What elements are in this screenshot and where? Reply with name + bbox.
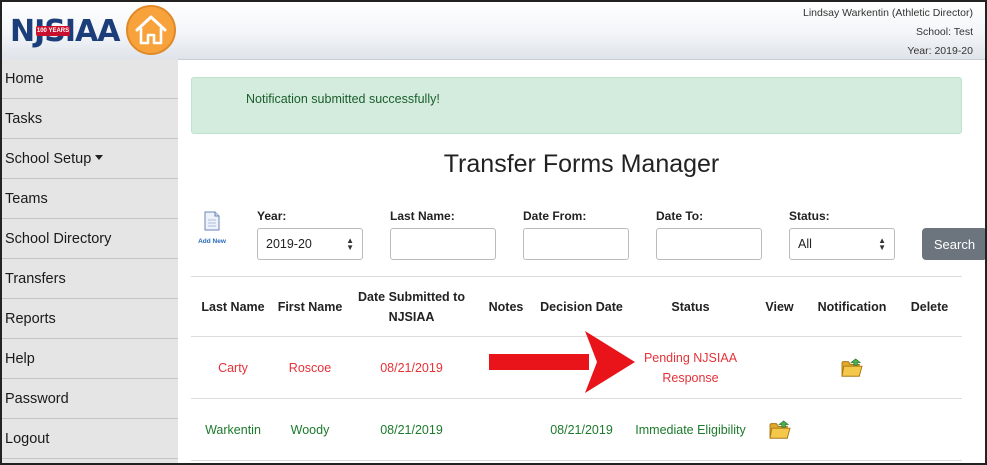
col-date-submitted[interactable]: Date Submitted to NJSIAA	[345, 277, 478, 336]
sidebar-item-tasks[interactable]: Tasks	[2, 99, 178, 139]
last-name-input[interactable]	[390, 228, 496, 260]
cell-delete	[897, 337, 962, 398]
new-document-icon	[204, 211, 220, 231]
cell-date-submitted: 08/21/2019	[380, 360, 443, 375]
logo-badge: 100 YEARS	[36, 26, 70, 36]
cell-first-name: Roscoe	[288, 360, 332, 375]
col-notification: Notification	[817, 299, 887, 314]
col-notes: Notes	[488, 299, 524, 314]
cell-first-name: Woody	[290, 422, 330, 437]
cell-last-name: Carty	[218, 360, 248, 375]
cell-date-submitted: 08/21/2019	[380, 422, 443, 437]
col-decision-date[interactable]: Decision Date	[534, 277, 629, 336]
last-name-label: Last Name:	[390, 209, 455, 223]
njsiaa-logo[interactable]: NJSIAA 100 YEARS	[10, 12, 122, 52]
user-name: Lindsay Warkentin (Athletic Director)	[803, 7, 973, 19]
last-name-field: Last Name:	[390, 209, 496, 260]
sidebar-item-home[interactable]: Home	[2, 59, 178, 99]
date-to-label: Date To:	[656, 209, 704, 223]
col-last-name[interactable]: Last Name	[191, 277, 275, 336]
status-field: Status: All ▲ ▼	[789, 209, 895, 260]
search-button[interactable]: Search	[922, 228, 985, 260]
app-window: NJSIAA 100 YEARS Lindsay Warkentin (Athl…	[0, 0, 987, 465]
date-to-input[interactable]	[656, 228, 762, 260]
cell-notification	[807, 337, 897, 398]
folder-icon[interactable]	[840, 357, 864, 378]
sidebar-item-reports[interactable]: Reports	[2, 299, 178, 339]
table-header: Last Name First Name Date Submitted to N…	[191, 276, 962, 337]
alert-message: Notification submitted successfully!	[246, 92, 440, 106]
red-arrow-annotation	[489, 331, 635, 393]
sidebar-item-transfers[interactable]: Transfers	[2, 259, 178, 299]
house-icon	[135, 15, 167, 45]
home-button[interactable]	[126, 5, 176, 55]
add-new-label: Add New	[198, 238, 226, 245]
status-select[interactable]: All ▲ ▼	[789, 228, 895, 260]
year-field: Year: 2019-20 ▲ ▼	[257, 209, 363, 260]
caret-down-icon	[95, 155, 104, 160]
sidebar-item-logout[interactable]: Logout	[2, 419, 178, 459]
success-alert: Notification submitted successfully!	[191, 77, 962, 134]
add-new-button[interactable]: Add New	[192, 211, 232, 245]
sidebar-item-school-setup[interactable]: School Setup	[2, 139, 178, 179]
main-content: Notification submitted successfully! Tra…	[178, 59, 985, 463]
page-title: Transfer Forms Manager	[443, 150, 720, 178]
date-to-field: Date To:	[656, 209, 762, 260]
cell-last-name: Warkentin	[205, 422, 261, 437]
user-school: School: Test	[915, 26, 973, 38]
cell-view	[752, 399, 807, 460]
status-select-value: All	[798, 237, 812, 251]
cell-decision-date: 08/21/2019	[550, 422, 613, 437]
table-row: Warkentin Woody 08/21/2019 08/21/2019 Im…	[191, 399, 962, 461]
date-from-field: Date From:	[523, 209, 629, 260]
col-first-name[interactable]: First Name	[275, 277, 345, 336]
col-view: View	[765, 299, 794, 314]
status-label: Status:	[789, 209, 830, 223]
select-arrows-icon: ▲ ▼	[878, 236, 886, 252]
date-from-label: Date From:	[523, 209, 587, 223]
col-status[interactable]: Status	[629, 277, 752, 336]
sidebar-item-teams[interactable]: Teams	[2, 179, 178, 219]
sidebar-item-school-directory[interactable]: School Directory	[2, 219, 178, 259]
sidebar: Home Tasks School Setup Teams School Dir…	[2, 59, 178, 463]
col-delete: Delete	[910, 299, 949, 314]
year-select-value: 2019-20	[266, 237, 312, 251]
select-arrows-icon: ▲ ▼	[346, 236, 354, 252]
year-label: Year:	[257, 209, 287, 223]
sidebar-item-password[interactable]: Password	[2, 379, 178, 419]
cell-status: Immediate Eligibility	[635, 422, 746, 437]
year-select[interactable]: 2019-20 ▲ ▼	[257, 228, 363, 260]
folder-icon[interactable]	[768, 419, 792, 440]
user-info: Lindsay Warkentin (Athletic Director) Sc…	[803, 4, 973, 61]
top-header: NJSIAA 100 YEARS Lindsay Warkentin (Athl…	[2, 2, 985, 60]
sidebar-item-help[interactable]: Help	[2, 339, 178, 379]
date-from-input[interactable]	[523, 228, 629, 260]
filter-bar: Add New Year: 2019-20 ▲ ▼ Last Name: Date…	[178, 207, 985, 267]
cell-view	[752, 337, 807, 398]
cell-notes	[478, 399, 534, 460]
cell-status: Pending NJSIAA Response	[643, 350, 738, 385]
cell-notification	[807, 399, 897, 460]
cell-delete	[897, 399, 962, 460]
